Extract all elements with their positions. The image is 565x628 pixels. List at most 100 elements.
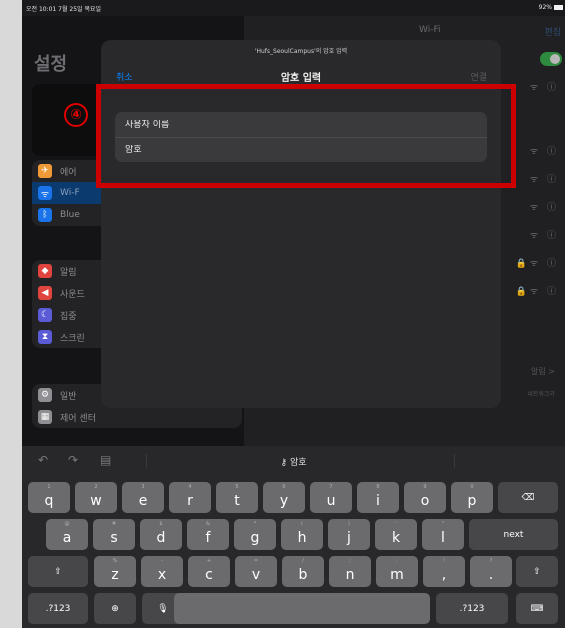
key-label: .?123	[45, 603, 71, 614]
battery-indicator: 92%	[539, 4, 563, 11]
ask-to-join-value[interactable]: 알림 >	[531, 366, 555, 377]
highlight-box	[96, 84, 516, 188]
network-row-icons[interactable]: ᯤ ⓘ	[530, 172, 559, 185]
keyboard-toolbar: ↶ ↷ ▤ ⚷ 암호	[22, 446, 565, 476]
key-period[interactable]: ?.	[470, 556, 512, 587]
network-row-icons[interactable]: 🔒ᯤ ⓘ	[516, 284, 559, 297]
space-key[interactable]	[174, 593, 430, 624]
key-icon: ⚷	[280, 458, 288, 468]
network-row-icons[interactable]: 🔒ᯤ ⓘ	[516, 256, 559, 269]
dialog-subtitle: 'Hufs_SeoulCampus'의 암호 입력	[254, 48, 348, 55]
key-hint: $	[159, 521, 163, 527]
key-label: ⇧	[54, 566, 62, 577]
key-q[interactable]: 1q	[28, 482, 70, 513]
moon-icon: ☾	[38, 308, 52, 322]
key-hint: ;	[349, 558, 351, 564]
sound-icon: ◀	[38, 286, 52, 300]
key-b[interactable]: / b	[282, 556, 324, 587]
sidebar-item-label: 집중	[60, 311, 77, 322]
key-k[interactable]: ' k	[375, 519, 417, 550]
key-m[interactable]: :m	[376, 556, 418, 587]
key-label: .?123	[459, 603, 485, 614]
key-u[interactable]: 7u	[310, 482, 352, 513]
key-hint: !	[442, 558, 445, 564]
key-l[interactable]: " l	[422, 519, 464, 550]
key-hint: ?	[489, 558, 493, 564]
key-label: ⇧	[533, 566, 541, 577]
key-v[interactable]: = v	[235, 556, 277, 587]
key-label: r	[187, 492, 193, 509]
key-hint: 5	[235, 484, 239, 490]
key-label: 🎙	[157, 603, 169, 614]
key-h[interactable]: (h	[281, 519, 323, 550]
gear-icon: ⚙	[38, 388, 52, 402]
step-number-badge: ④	[64, 103, 88, 127]
wifi-pane-title: Wi-Fi	[419, 25, 441, 35]
sidebar-item-label: 스크린	[60, 333, 85, 344]
bell-icon: ◆	[38, 264, 52, 278]
key-o[interactable]: 9o	[404, 482, 446, 513]
key-label: ⊕	[111, 603, 119, 614]
backspace-key[interactable]: ⌫	[498, 482, 558, 513]
key-c[interactable]: + c	[188, 556, 230, 587]
key-comma[interactable]: !,	[423, 556, 465, 587]
key-z[interactable]: % z	[94, 556, 136, 587]
key-label: e	[138, 492, 148, 509]
key-label: l	[441, 529, 445, 546]
battery-percent: 92%	[538, 4, 552, 11]
on-screen-keyboard: ↶ ↷ ▤ ⚷ 암호 1 q 2 w 3 e 4 r 5 t 6 y 7 u 8 i 9 o 0 p ⌫ @ a # s $ d & f…	[22, 446, 565, 628]
network-row-icons[interactable]: ᯤ ⓘ	[530, 228, 559, 241]
key-x[interactable]: -x	[141, 556, 183, 587]
network-row-icons[interactable]: ᯤ ⓘ	[530, 144, 559, 157]
key-a[interactable]: @ a	[46, 519, 88, 550]
key-label: p	[467, 492, 477, 509]
shift-right-key[interactable]: ⇧	[516, 556, 558, 587]
key-hint: /	[302, 558, 304, 564]
key-y[interactable]: 6y	[263, 482, 305, 513]
control-center-icon: ▦	[38, 410, 52, 424]
shift-left-key[interactable]: ⇧	[28, 556, 88, 587]
key-p[interactable]: 0p	[451, 482, 493, 513]
key-label: o	[420, 492, 430, 509]
key-label: j	[347, 529, 351, 546]
key-r[interactable]: 4r	[169, 482, 211, 513]
numbers-key-left[interactable]: .?123	[28, 593, 88, 624]
status-bar: 오전 10:01 7월 25일 목요일 92%	[22, 0, 565, 16]
key-label: h	[297, 529, 307, 546]
key-hint: #	[111, 521, 117, 527]
key-g[interactable]: * g	[234, 519, 276, 550]
key-hint: 6	[282, 484, 286, 490]
key-hint: (	[301, 521, 303, 527]
join-button[interactable]: 연결	[470, 70, 487, 83]
key-j[interactable]: ) j	[328, 519, 370, 550]
battery-icon	[554, 5, 563, 10]
key-n[interactable]: ; n	[329, 556, 371, 587]
key-t[interactable]: 5t	[216, 482, 258, 513]
key-i[interactable]: 8i	[357, 482, 399, 513]
ask-to-join-footnote: 네트워크가	[527, 391, 555, 398]
password-autofill-label[interactable]: ⚷ 암호	[22, 455, 565, 468]
wifi-toggle[interactable]	[540, 52, 562, 66]
sidebar-item[interactable]: ▦ 제어 센터	[32, 406, 242, 428]
keyboard-dismiss-key[interactable]: ⌨	[516, 593, 558, 624]
key-hint: '	[395, 521, 397, 527]
key-hint: 3	[141, 484, 145, 490]
wifi-icon: ᯤ	[38, 186, 52, 200]
key-d[interactable]: $ d	[140, 519, 182, 550]
key-label: k	[391, 529, 401, 546]
key-s[interactable]: # s	[93, 519, 135, 550]
key-hint: -	[161, 558, 163, 564]
globe-key[interactable]: ⊕	[94, 593, 136, 624]
key-w[interactable]: 2w	[75, 482, 117, 513]
next-key[interactable]: next	[469, 519, 558, 550]
sidebar-item-label: 일반	[60, 391, 77, 402]
edit-button[interactable]: 편집	[544, 25, 561, 38]
numbers-key-right[interactable]: .?123	[436, 593, 508, 624]
network-row-icons[interactable]: ᯤ ⓘ	[530, 80, 559, 93]
key-e[interactable]: 3e	[122, 482, 164, 513]
ipad-screen: 오전 10:01 7월 25일 목요일 92% 설정 ✈ 에어 ᯤ Wi-F ᛒ Blue…	[22, 0, 565, 628]
key-hint: 9	[423, 484, 427, 490]
network-row-icons[interactable]: ᯤ ⓘ	[530, 200, 559, 213]
key-f[interactable]: & f	[187, 519, 229, 550]
key-label: c	[205, 566, 213, 583]
